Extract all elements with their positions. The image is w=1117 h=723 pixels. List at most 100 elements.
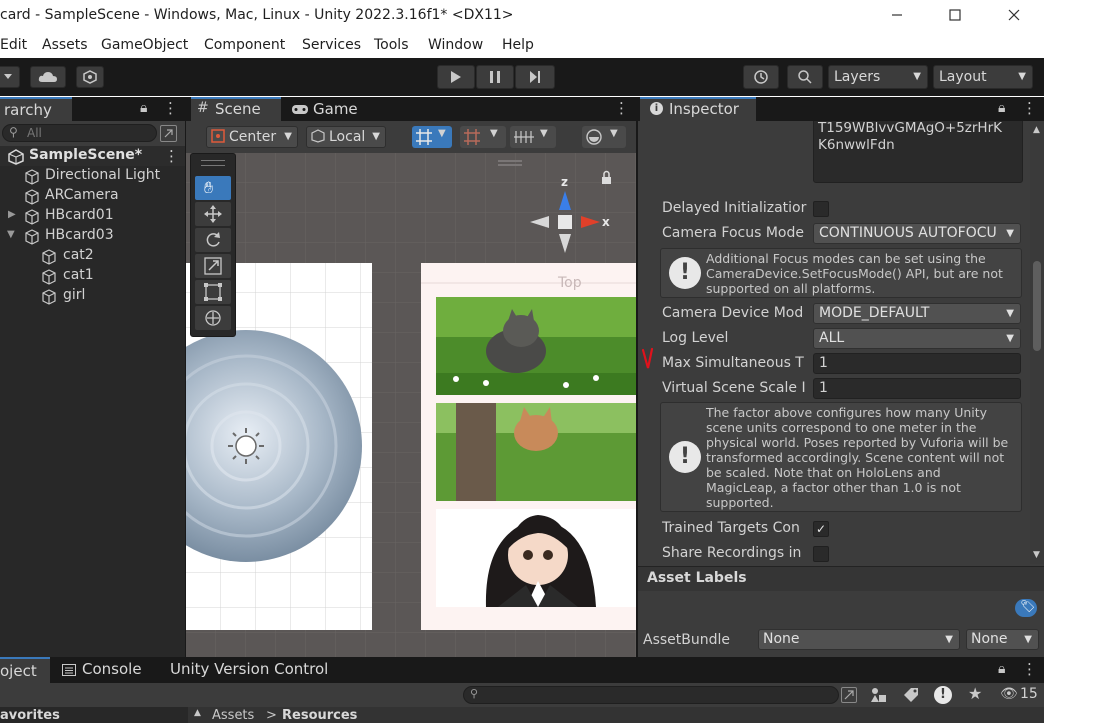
collapse-arrow-icon[interactable]: ▼	[7, 229, 15, 240]
scene-canvas[interactable]: Top z x	[186, 153, 636, 657]
hidden-packages-toggle[interactable]: 👁︎ 15	[1000, 686, 1042, 704]
scene-viewport[interactable]: Top z x ✋︎	[186, 153, 636, 657]
pivot-label: Center	[229, 129, 277, 145]
expand-arrow-icon[interactable]: ▶	[8, 209, 16, 220]
scroll-down-icon[interactable]: ▼	[1033, 550, 1040, 560]
space-label: Local	[329, 129, 366, 145]
collab-button[interactable]	[76, 66, 104, 88]
menu-help[interactable]: Help	[502, 37, 534, 53]
divider[interactable]	[636, 97, 638, 657]
share-recordings-checkbox[interactable]	[813, 546, 829, 562]
star-icon[interactable]: ★	[968, 684, 982, 703]
max-simultaneous-input[interactable]: 1	[813, 353, 1021, 374]
minimize-button[interactable]	[882, 4, 912, 26]
hierarchy-item[interactable]: cat2	[0, 246, 185, 266]
rendering-options-button[interactable]: ▼	[510, 126, 556, 148]
axis-z-label: z	[561, 175, 568, 189]
virtual-scale-input[interactable]: 1	[813, 378, 1021, 399]
search-icon: ⚲	[470, 687, 479, 700]
project-toolbar: ⚲ ! ★ 👁︎ 15	[0, 683, 1044, 707]
scrollbar-thumb[interactable]	[1033, 261, 1041, 351]
hierarchy-item[interactable]: ▼ HBcard03	[0, 226, 185, 246]
rect-tool-button[interactable]	[195, 280, 231, 304]
hierarchy-item[interactable]: ARCamera	[0, 186, 185, 206]
type-filter-icon[interactable]	[870, 687, 888, 703]
filter-button[interactable]	[160, 125, 177, 142]
rotate-tool-button[interactable]	[195, 228, 231, 252]
cloud-button[interactable]	[30, 66, 66, 88]
tab-game[interactable]: Game	[284, 97, 366, 121]
lock-icon[interactable]: 🔒︎	[998, 661, 1005, 677]
hierarchy-item[interactable]: girl	[0, 286, 185, 306]
camera-focus-dropdown[interactable]: CONTINUOUS AUTOFOCU ▼	[813, 223, 1021, 244]
shading-mode-button[interactable]: ▼	[582, 126, 626, 148]
license-key-field[interactable]: T159WBlvvGMAgO+5zrHrK K6nwwlFdn	[813, 121, 1023, 183]
scale-tool-button[interactable]	[195, 254, 231, 278]
tab-project[interactable]: oject	[0, 657, 50, 683]
menu-services[interactable]: Services	[302, 37, 361, 53]
move-tool-button[interactable]	[195, 202, 231, 226]
space-local-dropdown[interactable]: Local ▼	[306, 126, 386, 148]
snap-settings-button[interactable]: ▼	[460, 126, 506, 148]
close-button[interactable]	[999, 4, 1029, 26]
search-expand-button[interactable]	[841, 687, 857, 703]
delayed-init-checkbox[interactable]	[813, 201, 829, 217]
search-button[interactable]	[787, 65, 823, 89]
caret-down-icon: ▼	[1018, 71, 1026, 82]
drag-handle-icon[interactable]	[201, 160, 225, 166]
breadcrumb-assets[interactable]: Assets	[212, 708, 254, 723]
hierarchy-item[interactable]: Directional Light	[0, 166, 185, 186]
scroll-up-icon[interactable]: ▲	[194, 708, 201, 718]
menu-assets[interactable]: Assets	[42, 37, 88, 53]
layers-dropdown[interactable]: Layers ▼	[828, 65, 928, 89]
hand-tool-button[interactable]: ✋︎	[195, 176, 231, 200]
layout-dropdown[interactable]: Layout ▼	[933, 65, 1033, 89]
tag-icon[interactable]	[903, 687, 919, 703]
transform-tool-button[interactable]	[195, 306, 231, 330]
asset-variant-dropdown[interactable]: None ▼	[966, 629, 1039, 650]
pause-icon	[490, 71, 500, 83]
hierarchy-item[interactable]: ▶ HBcard01	[0, 206, 185, 226]
tab-console[interactable]: Console	[58, 657, 150, 683]
tab-inspector[interactable]: i Inspector	[640, 97, 756, 121]
more-menu-icon[interactable]: ⋮	[1022, 660, 1037, 678]
more-menu-icon[interactable]: ⋮	[1022, 99, 1037, 117]
warning-filter-icon[interactable]: !	[934, 686, 952, 704]
maximize-button[interactable]	[940, 4, 970, 26]
more-menu-icon[interactable]: ⋮	[163, 99, 178, 117]
lock-icon[interactable]: 🔒︎	[998, 100, 1005, 116]
hierarchy-item[interactable]: cat1	[0, 266, 185, 286]
menu-component[interactable]: Component	[204, 37, 285, 53]
more-menu-icon[interactable]: ⋮	[164, 147, 179, 165]
camera-device-dropdown[interactable]: MODE_DEFAULT ▼	[813, 303, 1021, 324]
lock-icon[interactable]: 🔒︎	[140, 100, 147, 116]
tab-version-control[interactable]: Unity Version Control	[162, 657, 342, 683]
more-menu-icon[interactable]: ⋮	[614, 99, 629, 117]
account-dropdown[interactable]	[0, 66, 20, 88]
project-search-input[interactable]: ⚲	[463, 686, 839, 704]
hand-icon: ✋︎	[204, 178, 214, 197]
asset-label-button[interactable]: 🏷︎	[1015, 599, 1037, 617]
divider[interactable]	[185, 97, 186, 657]
grid-snap-button[interactable]: ▼	[412, 126, 452, 148]
hierarchy-search-input[interactable]: ⚲ All	[2, 124, 157, 142]
scroll-up-icon[interactable]: ▲	[1033, 125, 1040, 135]
asset-bundle-dropdown[interactable]: None ▼	[758, 629, 960, 650]
scene-name: SampleScene*	[29, 147, 143, 163]
tab-hierarchy[interactable]: rarchy	[0, 97, 72, 121]
menu-gameobject[interactable]: GameObject	[101, 37, 188, 53]
pivot-center-dropdown[interactable]: Center ▼	[206, 126, 298, 148]
play-button[interactable]	[437, 65, 475, 89]
step-button[interactable]	[515, 65, 555, 89]
menu-tools[interactable]: Tools	[374, 37, 409, 53]
menu-window[interactable]: Window	[428, 37, 483, 53]
menu-edit[interactable]: Edit	[0, 37, 27, 53]
breadcrumb-resources[interactable]: Resources	[282, 708, 357, 723]
tab-scene[interactable]: # Scene	[191, 97, 281, 121]
log-level-dropdown[interactable]: ALL ▼	[813, 328, 1021, 349]
pause-button[interactable]	[476, 65, 514, 89]
trained-targets-checkbox[interactable]: ✓	[813, 521, 829, 537]
history-button[interactable]	[743, 65, 779, 89]
hierarchy-item-scene[interactable]: SampleScene* ⋮	[0, 146, 185, 166]
inspector-scrollbar[interactable]: ▲ ▼	[1030, 121, 1044, 564]
